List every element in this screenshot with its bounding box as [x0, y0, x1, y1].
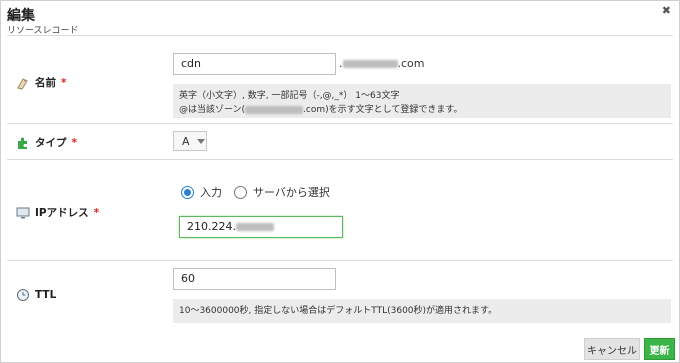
radio-input[interactable] [181, 185, 194, 199]
clock-icon [17, 289, 29, 301]
ip-label-text: IPアドレス [35, 207, 89, 219]
ttl-help: 10〜3600000秒, 指定しない場合はデフォルトTTL(3600秒)が適用さ… [173, 299, 671, 323]
divider [7, 159, 673, 160]
ttl-label-text: TTL [35, 289, 57, 301]
radio-input-label[interactable]: 入力 [200, 184, 222, 200]
chevron-down-icon [196, 138, 205, 144]
puzzle-icon [18, 137, 27, 149]
ttl-input[interactable]: 60 [173, 268, 336, 290]
divider [7, 260, 673, 261]
close-icon[interactable]: ✖ [662, 4, 671, 17]
zone-suffix-tld: .com [397, 57, 425, 70]
zone-suffix-dot: . [339, 57, 343, 70]
ip-mode-radios: 入力 サーバから選択 [181, 184, 330, 200]
name-input[interactable]: cdn [173, 53, 336, 75]
type-select[interactable]: A [173, 131, 207, 151]
dialog-title: 編集 [7, 8, 35, 24]
redacted-domain [342, 60, 398, 68]
ip-input[interactable]: 210.224. [179, 216, 343, 238]
name-help-line2-end: .com)を示す文字として登録できます。 [303, 105, 463, 115]
name-help-line2-start: @は当該ゾーン( [179, 105, 246, 115]
name-label-text: 名前 [35, 77, 56, 89]
required-mark: * [93, 206, 100, 219]
ip-input-value: 210.224. [187, 220, 236, 233]
monitor-icon [16, 207, 30, 218]
required-mark: * [61, 76, 67, 89]
edit-dialog: 編集 リソースレコード ✖ 名前 * cdn . .com 英字（小文字）, 数字,… [0, 0, 680, 363]
cancel-button[interactable]: キャンセル [584, 338, 640, 360]
divider [7, 35, 673, 36]
tag-icon [17, 77, 28, 90]
type-label-text: タイプ [35, 137, 67, 149]
radio-server[interactable] [234, 185, 247, 199]
ttl-label: TTL [16, 288, 56, 302]
zone-suffix: . .com [339, 57, 425, 70]
name-label: 名前 * [16, 75, 67, 90]
redacted-domain [245, 105, 304, 114]
divider [7, 123, 673, 124]
name-help: 英字（小文字）, 数字, 一部記号（-,@,_*） 1〜63文字 @は当該ゾーン… [173, 84, 671, 118]
ip-label: IPアドレス * [16, 205, 99, 220]
update-button[interactable]: 更新 [644, 338, 675, 360]
name-help-line1: 英字（小文字）, 数字, 一部記号（-,@,_*） 1〜63文字 [179, 91, 400, 101]
redacted-ip [235, 223, 274, 231]
required-mark: * [71, 136, 78, 149]
type-select-value: A [182, 134, 190, 148]
type-label: タイプ * [16, 135, 77, 150]
name-help-line2: @は当該ゾーン( .com)を示す文字として登録できます。 [179, 103, 665, 117]
radio-server-label[interactable]: サーバから選択 [253, 184, 330, 200]
